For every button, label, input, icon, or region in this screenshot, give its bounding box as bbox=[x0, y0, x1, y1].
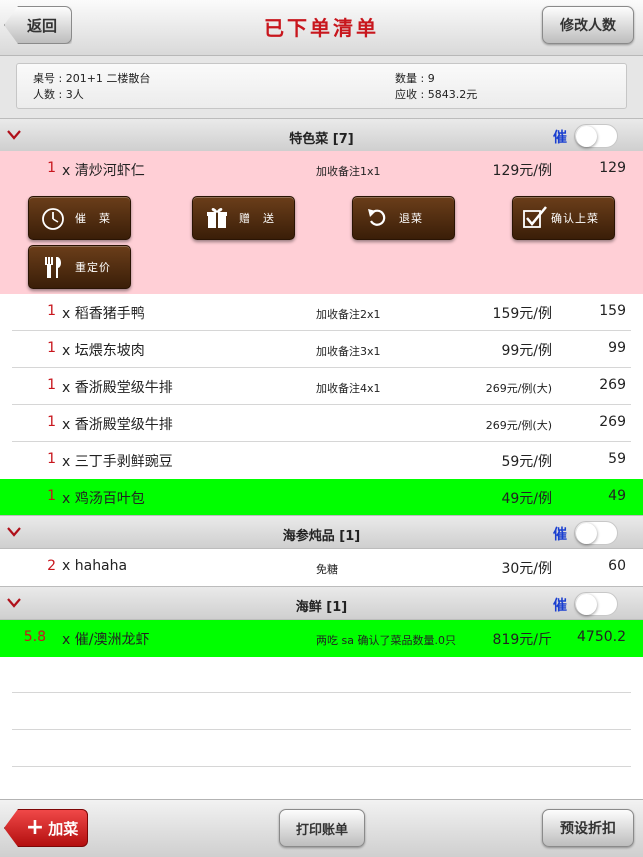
dish-quantity: 1 bbox=[47, 414, 56, 430]
urge-label: 催 bbox=[553, 130, 567, 146]
dish-note: 免糖 bbox=[316, 563, 338, 576]
dish-total: 99 bbox=[608, 340, 626, 356]
dish-price: 159元/例 bbox=[492, 306, 552, 322]
dish-quantity: 2 bbox=[47, 558, 56, 574]
fork-knife-icon bbox=[39, 253, 67, 281]
urge-toggle[interactable] bbox=[574, 124, 618, 148]
dish-quantity: 1 bbox=[47, 340, 56, 356]
dish-note: 加收备注2x1 bbox=[316, 308, 381, 321]
dish-name: x 香浙殿堂级牛排 bbox=[62, 380, 173, 396]
row-divider bbox=[12, 692, 631, 693]
reprice-label: 重定价 bbox=[75, 261, 111, 274]
dish-price: 99元/例 bbox=[501, 343, 552, 359]
dish-name: x 稻香猪手鸭 bbox=[62, 306, 145, 322]
gift-label: 赠 送 bbox=[239, 212, 275, 225]
section-title: 海鲜 [1] bbox=[295, 600, 348, 615]
people-count: 人数 : 3人 bbox=[33, 88, 84, 101]
urge-dish-label: 催 菜 bbox=[75, 212, 111, 225]
order-info-panel: 桌号 : 201+1 二楼散台 人数 : 3人 数量 : 9 应收 : 5843… bbox=[16, 63, 627, 109]
row-divider bbox=[12, 729, 631, 730]
dish-row[interactable]: 2 x hahaha 免糖 30元/例 60 bbox=[0, 549, 643, 586]
bottom-bar: + 加菜 打印账单 预设折扣 bbox=[0, 799, 643, 857]
dish-quantity: 5.8 bbox=[23, 629, 46, 645]
urge-dish-button[interactable]: 催 菜 bbox=[28, 196, 131, 240]
urge-toggle[interactable] bbox=[574, 592, 618, 616]
checkbox-check-icon bbox=[521, 204, 549, 232]
dish-price: 819元/斤 bbox=[492, 632, 552, 648]
row-divider bbox=[12, 766, 631, 767]
toggle-knob bbox=[576, 126, 597, 147]
section-title: 海参炖品 [1] bbox=[282, 529, 361, 544]
urge-label: 催 bbox=[553, 527, 567, 543]
dish-note: 加收备注4x1 bbox=[316, 382, 381, 395]
confirm-serve-button[interactable]: 确认上菜 bbox=[512, 196, 615, 240]
dish-note: 加收备注1x1 bbox=[316, 165, 381, 178]
dish-quantity: 1 bbox=[47, 451, 56, 467]
dish-price: 49元/例 bbox=[501, 491, 552, 507]
plus-icon: + bbox=[25, 815, 45, 840]
section-header-sea-cucumber[interactable]: 海参炖品 [1] 催 bbox=[0, 515, 643, 549]
confirm-serve-label: 确认上菜 bbox=[551, 212, 599, 225]
dish-quantity: 1 bbox=[47, 303, 56, 319]
dish-row[interactable]: 1 x 香浙殿堂级牛排 加收备注4x1 269元/例(大) 269 bbox=[0, 368, 643, 405]
dish-row-served[interactable]: 1 x 鸡汤百叶包 49元/例 49 bbox=[0, 479, 643, 516]
dish-name: x 鸡汤百叶包 bbox=[62, 491, 145, 507]
dish-price: 269元/例(大) bbox=[485, 419, 552, 432]
item-count: 数量 : 9 bbox=[395, 72, 435, 85]
dish-price: 59元/例 bbox=[501, 454, 552, 470]
dish-total: 129 bbox=[599, 160, 626, 176]
dish-row[interactable]: 1 x 三丁手剥鲜豌豆 59元/例 59 bbox=[0, 442, 643, 479]
dish-name: x 香浙殿堂级牛排 bbox=[62, 417, 173, 433]
dish-row[interactable]: 1 x 香浙殿堂级牛排 269元/例(大) 269 bbox=[0, 405, 643, 442]
dish-action-panel: 催 菜 赠 送 退菜 确认上菜 重定价 bbox=[0, 187, 643, 294]
dish-total: 269 bbox=[599, 377, 626, 393]
reprice-button[interactable]: 重定价 bbox=[28, 245, 131, 289]
dish-row[interactable]: 1 x 稻香猪手鸭 加收备注2x1 159元/例 159 bbox=[0, 294, 643, 331]
dish-total: 269 bbox=[599, 414, 626, 430]
dish-row-selected[interactable]: 1 x 清炒河虾仁 加收备注1x1 129元/例 129 bbox=[0, 151, 643, 188]
return-dish-label: 退菜 bbox=[399, 212, 423, 225]
dish-name: x hahaha bbox=[62, 558, 128, 574]
dish-name: x 清炒河虾仁 bbox=[62, 163, 145, 179]
dish-name: x 三丁手剥鲜豌豆 bbox=[62, 454, 173, 470]
dish-quantity: 1 bbox=[47, 377, 56, 393]
receivable-amount: 应收 : 5843.2元 bbox=[395, 88, 478, 101]
dish-note: 加收备注3x1 bbox=[316, 345, 381, 358]
gift-icon bbox=[203, 204, 231, 232]
dish-name: x 坛煨东坡肉 bbox=[62, 343, 145, 359]
dish-quantity: 1 bbox=[47, 488, 56, 504]
undo-icon bbox=[363, 204, 391, 232]
dish-price: 269元/例(大) bbox=[485, 382, 552, 395]
dish-total: 49 bbox=[608, 488, 626, 504]
dish-price: 129元/例 bbox=[492, 163, 552, 179]
section-header-specialty[interactable]: 特色菜 [7] 催 bbox=[0, 118, 643, 152]
table-number: 桌号 : 201+1 二楼散台 bbox=[33, 72, 151, 85]
dish-note: 两吃 sa 确认了菜品数量.0只 bbox=[316, 634, 456, 647]
dish-price: 30元/例 bbox=[501, 561, 552, 577]
add-dish-button[interactable]: + 加菜 bbox=[4, 809, 88, 847]
section-header-seafood[interactable]: 海鲜 [1] 催 bbox=[0, 586, 643, 620]
top-bar: 返回 已下单清单 修改人数 bbox=[0, 0, 643, 56]
return-dish-button[interactable]: 退菜 bbox=[352, 196, 455, 240]
section-title: 特色菜 [7] bbox=[289, 132, 354, 147]
toggle-knob bbox=[576, 523, 597, 544]
dish-name: x 催/澳洲龙虾 bbox=[62, 632, 150, 648]
urge-toggle[interactable] bbox=[574, 521, 618, 545]
dish-row-served[interactable]: 5.8 x 催/澳洲龙虾 两吃 sa 确认了菜品数量.0只 819元/斤 475… bbox=[0, 620, 643, 657]
modify-people-button[interactable]: 修改人数 bbox=[542, 6, 634, 44]
print-bill-button[interactable]: 打印账单 bbox=[279, 809, 365, 847]
order-info-area: 桌号 : 201+1 二楼散台 人数 : 3人 数量 : 9 应收 : 5843… bbox=[0, 56, 643, 118]
dish-quantity: 1 bbox=[47, 160, 56, 176]
dish-row[interactable]: 1 x 坛煨东坡肉 加收备注3x1 99元/例 99 bbox=[0, 331, 643, 368]
preset-discount-button[interactable]: 预设折扣 bbox=[542, 809, 634, 847]
dish-total: 159 bbox=[599, 303, 626, 319]
add-dish-label: 加菜 bbox=[48, 819, 79, 838]
toggle-knob bbox=[576, 594, 597, 615]
dish-total: 59 bbox=[608, 451, 626, 467]
gift-button[interactable]: 赠 送 bbox=[192, 196, 295, 240]
dish-total: 60 bbox=[608, 558, 626, 574]
urge-label: 催 bbox=[553, 598, 567, 614]
stopwatch-icon bbox=[39, 204, 67, 232]
dish-total: 4750.2 bbox=[577, 629, 626, 645]
